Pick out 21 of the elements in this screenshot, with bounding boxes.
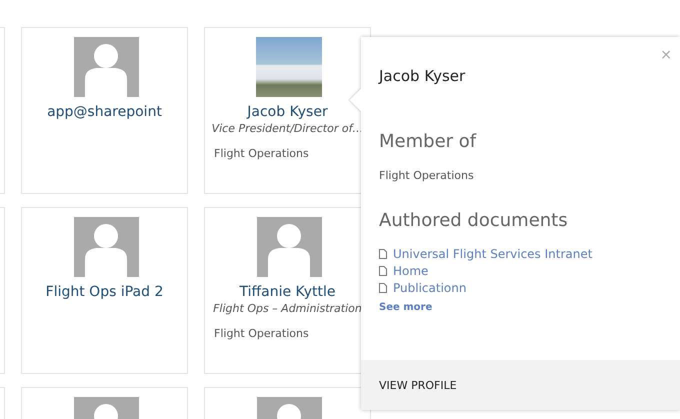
- person-name[interactable]: app@sharepoint: [47, 104, 162, 120]
- document-link[interactable]: Home: [393, 264, 428, 278]
- group-name: Flight Operations: [379, 169, 475, 182]
- profile-name: Jacob Kyser: [379, 67, 466, 85]
- document-link[interactable]: Publicationn: [393, 281, 466, 295]
- document-link[interactable]: Universal Flight Services Intranet: [393, 247, 592, 261]
- job-title: Flight Ops – Administration: [213, 302, 362, 315]
- person-name[interactable]: Flight Ops iPad 2: [46, 284, 164, 300]
- person-card[interactable]: Flight Ops iPad 2: [21, 207, 188, 374]
- department: Flight Operations: [214, 147, 309, 160]
- department: Flight Operations: [214, 327, 309, 340]
- person-name[interactable]: Tiffanie Kyttle: [240, 284, 336, 300]
- view-profile-button[interactable]: VIEW PROFILE: [361, 360, 680, 410]
- job-title: Vice President/Director of…: [212, 122, 364, 135]
- person-name[interactable]: Jacob Kyser: [247, 104, 328, 120]
- photo-placeholder: [254, 37, 322, 97]
- person-card[interactable]: app@sharepoint: [21, 27, 188, 194]
- section-heading: Authored documents: [379, 210, 569, 231]
- see-more-link[interactable]: See more: [379, 302, 432, 313]
- section-heading: Member of: [379, 131, 478, 152]
- person-card[interactable]: Jacob Kyser Vice President/Director of… Flight Operations: [204, 27, 371, 194]
